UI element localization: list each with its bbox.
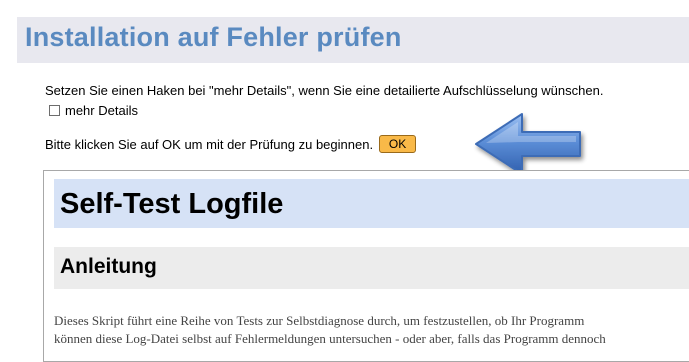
details-hint-text: Setzen Sie einen Haken bei "mehr Details… bbox=[45, 83, 604, 98]
logfile-frame[interactable]: Self-Test Logfile Anleitung Dieses Skrip… bbox=[43, 170, 689, 362]
page-header: Installation auf Fehler prüfen bbox=[17, 17, 689, 63]
details-option[interactable]: mehr Details bbox=[49, 101, 138, 119]
logfile-title: Self-Test Logfile bbox=[60, 188, 284, 220]
page-title: Installation auf Fehler prüfen bbox=[25, 22, 402, 52]
section-header: Anleitung bbox=[54, 247, 689, 289]
intro-line-1: Dieses Skript führt eine Reihe von Tests… bbox=[54, 313, 585, 328]
details-checkbox-label[interactable]: mehr Details bbox=[65, 103, 138, 118]
ok-button[interactable]: OK bbox=[379, 135, 417, 153]
intro-line-2: können diese Log-Datei selbst auf Fehler… bbox=[54, 331, 606, 346]
logfile-intro-text: Dieses Skript führt eine Reihe von Tests… bbox=[54, 312, 689, 348]
details-checkbox[interactable] bbox=[49, 104, 60, 116]
ok-row: Bitte klicken Sie auf OK um mit der Prüf… bbox=[45, 134, 417, 154]
logfile-title-bar: Self-Test Logfile bbox=[54, 179, 689, 228]
ok-prompt-text: Bitte klicken Sie auf OK um mit der Prüf… bbox=[45, 136, 374, 152]
section-title: Anleitung bbox=[60, 255, 157, 278]
